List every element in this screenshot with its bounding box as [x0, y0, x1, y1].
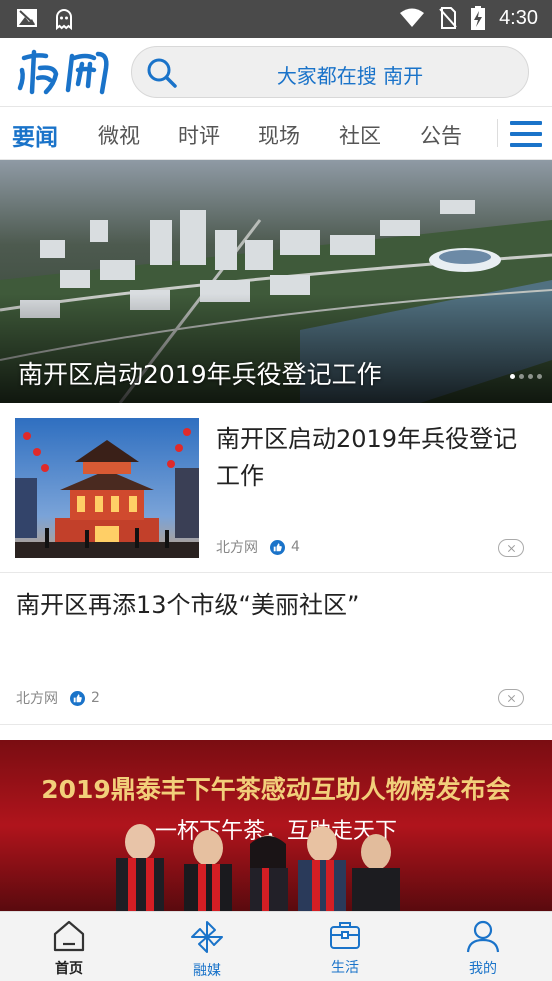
- nav-label: 首页: [55, 961, 83, 977]
- briefcase-icon: [330, 922, 360, 949]
- nav-label: 生活: [331, 960, 359, 976]
- thumbs-up-icon: [70, 690, 85, 706]
- search-bar[interactable]: 大家都在搜 南开: [131, 46, 529, 98]
- person-icon: [466, 920, 500, 953]
- battery-charging-icon: [471, 6, 486, 30]
- news-title: 南开区启动2019年兵役登记工作: [216, 425, 518, 490]
- nav-life[interactable]: 生活: [276, 912, 414, 981]
- nav-label: 我的: [469, 961, 497, 977]
- event-photo: 2019鼎泰丰下午茶感动互助人物榜发布会 一杯下午茶，互助走天下: [0, 740, 552, 911]
- nav-media[interactable]: 融媒: [138, 912, 276, 981]
- carousel-dot: [510, 374, 515, 379]
- no-sim-icon: [439, 7, 457, 29]
- news-meta: 北方网 2: [16, 688, 100, 708]
- tab-scene[interactable]: 现场: [258, 120, 300, 150]
- tab-community[interactable]: 社区: [339, 120, 381, 150]
- like-count: 2: [91, 690, 100, 706]
- news-list-item[interactable]: 南开区再添13个市级“美丽社区” 北方网 2: [0, 573, 552, 725]
- nav-label: 融媒: [193, 963, 221, 979]
- event-banner-title: 2019鼎泰丰下午茶感动互助人物榜发布会: [41, 775, 511, 804]
- bottom-navigation: 首页 融媒 生活 我的: [0, 911, 552, 981]
- news-title: 南开区再添13个市级“美丽社区”: [16, 591, 360, 619]
- news-source: 北方网: [16, 691, 58, 707]
- news-list-item[interactable]: 南开区启动2019年兵役登记工作 北方网 4: [0, 403, 552, 573]
- thumbs-up-icon: [270, 539, 285, 555]
- news-image-card[interactable]: 2019鼎泰丰下午茶感动互助人物榜发布会 一杯下午茶，互助走天下: [0, 740, 552, 911]
- dismiss-button[interactable]: [498, 689, 524, 707]
- category-tabs: 要闻 微视 时评 现场 社区 公告: [0, 106, 552, 160]
- banner-carousel[interactable]: 南开区启动2019年兵役登记工作: [0, 160, 552, 403]
- carousel-dot: [519, 374, 524, 379]
- app-header: 大家都在搜 南开: [0, 38, 552, 106]
- dismiss-button[interactable]: [498, 539, 524, 557]
- nav-profile[interactable]: 我的: [414, 912, 552, 981]
- pinwheel-icon: [191, 921, 223, 953]
- status-bar: 4:30: [0, 0, 552, 38]
- menu-icon[interactable]: [510, 121, 542, 147]
- nav-home[interactable]: 首页: [0, 912, 138, 981]
- tab-headlines[interactable]: 要闻: [12, 118, 58, 152]
- image-icon: [17, 9, 37, 27]
- carousel-dot: [537, 374, 542, 379]
- tab-commentary[interactable]: 时评: [178, 120, 220, 150]
- home-icon: [53, 920, 85, 952]
- like-count: 4: [291, 539, 300, 555]
- tab-micro-video[interactable]: 微视: [98, 120, 140, 150]
- app-logo[interactable]: [16, 48, 116, 96]
- wifi-icon: [400, 8, 425, 27]
- tab-notices[interactable]: 公告: [420, 120, 462, 150]
- banner-caption: 南开区启动2019年兵役登记工作: [18, 360, 382, 389]
- tab-divider: [497, 119, 498, 147]
- news-meta: 北方网 4: [216, 537, 300, 557]
- search-placeholder: 大家都在搜 南开: [276, 64, 424, 88]
- drum-tower-image: [15, 418, 199, 558]
- news-thumbnail: [15, 418, 199, 558]
- news-source: 北方网: [216, 540, 258, 556]
- clock: 4:30: [499, 6, 538, 29]
- ghost-icon: [56, 9, 72, 31]
- carousel-indicator: [510, 374, 542, 379]
- carousel-dot: [528, 374, 533, 379]
